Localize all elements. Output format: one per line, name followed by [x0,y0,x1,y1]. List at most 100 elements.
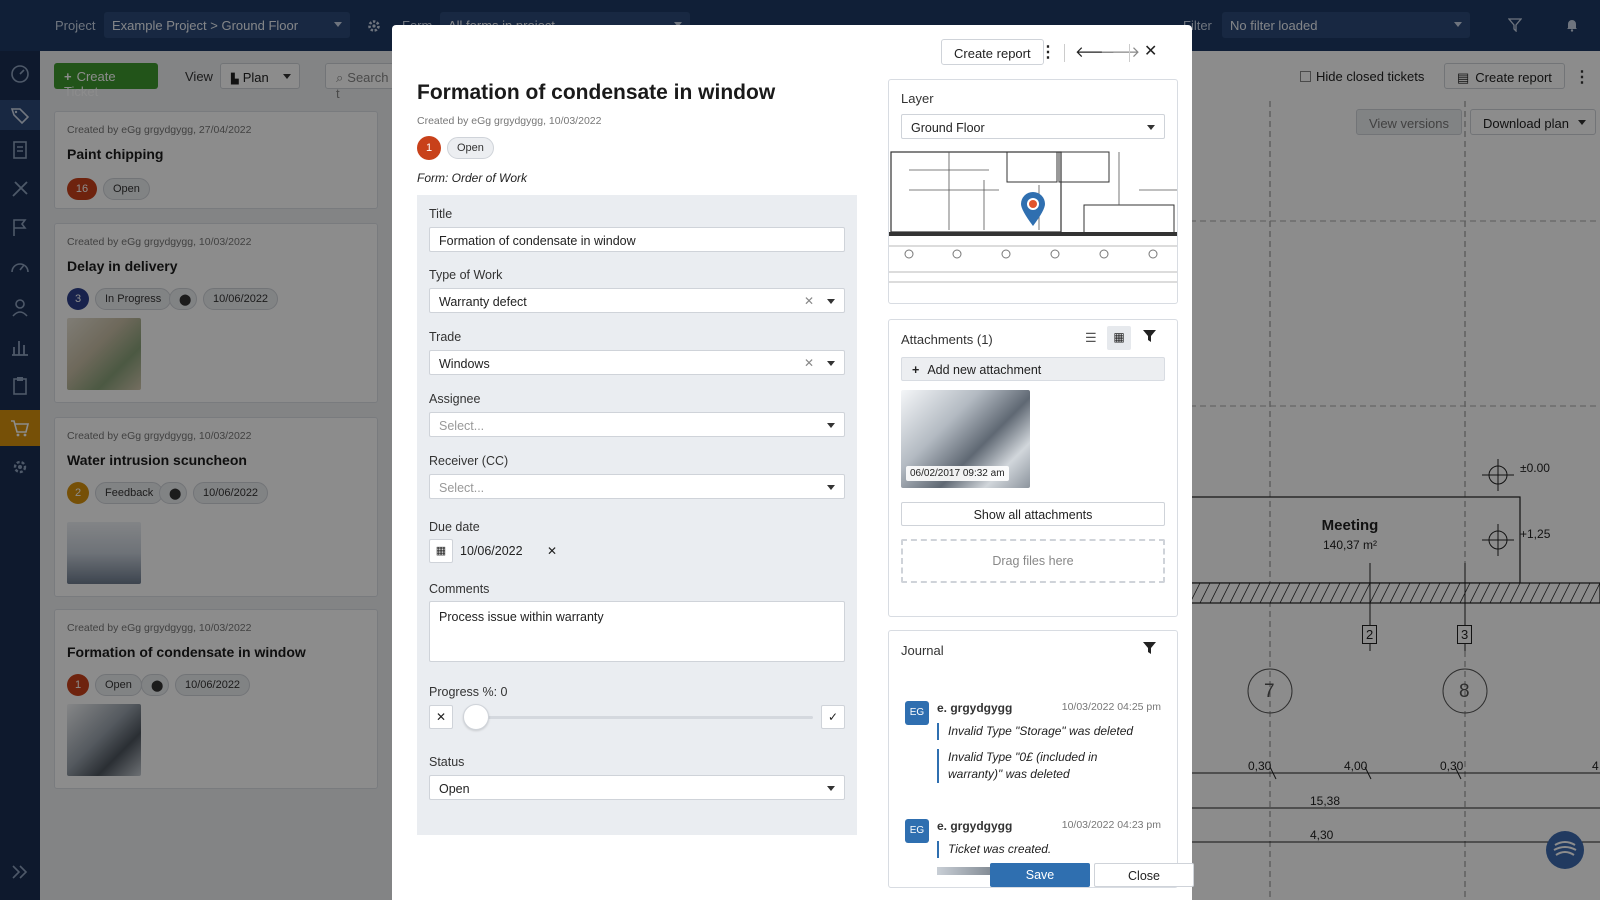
chevron-down-icon [827,485,835,490]
clear-date-icon[interactable]: ✕ [547,544,557,558]
cart-icon[interactable] [0,410,40,446]
ticket-number: 1 [417,136,441,160]
assignee-label: Assignee [429,392,481,406]
dimension: 4,00 [1344,759,1368,773]
create-ticket-button[interactable]: + Create Ticket [54,63,158,99]
clear-icon[interactable]: ✕ [804,294,814,308]
ticket-thumbnail[interactable] [67,704,141,776]
assignee-select[interactable]: Select... [429,412,845,437]
chevron-down-icon [1147,125,1155,130]
filter-icon[interactable] [1143,330,1156,346]
user-icon[interactable] [8,296,32,320]
receiver-placeholder: Select... [439,481,485,495]
avatar: EG [905,819,929,843]
funnel-icon[interactable] [1507,18,1523,35]
due-date-value[interactable]: 10/06/2022 [460,544,523,558]
ticket-detail-modal: Create report ⋮ 🡐 🡒 ✕ Formation of conde… [392,25,1194,900]
create-report-button[interactable]: Create report [941,39,1044,65]
ticket-thumbnail[interactable] [67,318,141,390]
comments-label: Comments [429,582,490,596]
progress-confirm-icon[interactable]: ✓ [821,705,845,729]
close-icon[interactable]: ✕ [1144,41,1157,61]
status-badge: In Progress [95,288,172,310]
room-area: 140,37 m² [1322,538,1378,552]
ticket-card[interactable]: Created by eGg grgydgygg, 10/03/2022 Wat… [54,417,378,597]
ticket-list-pane: + Create Ticket View ▙ Plan ⌕ Search t Crea… [40,51,405,900]
clipboard-icon[interactable] [8,374,32,398]
attachment-thumbnail[interactable]: 06/02/2017 09:32 am [901,390,1030,488]
ticket-card[interactable]: Created by eGg grgydgygg, 10/03/2022 Del… [54,223,378,403]
attachment-timestamp: 06/02/2017 09:32 am [906,466,1009,481]
ticket-number: 1 [67,674,89,696]
save-button[interactable]: Save [990,863,1090,887]
status-select[interactable]: Open [429,775,845,800]
gear-icon[interactable] [366,18,382,37]
project-select[interactable]: Example Project > Ground Floor [104,12,350,38]
chevron-down-icon [827,423,835,428]
flag-icon[interactable] [8,216,32,240]
title-field[interactable]: Formation of condensate in window [429,227,845,252]
trade-value: Windows [439,357,490,371]
clear-icon[interactable]: ✕ [804,356,814,370]
type-of-work-value: Warranty defect [439,295,527,309]
chart-icon[interactable] [8,335,32,359]
progress-reset-icon[interactable]: ✕ [429,705,453,729]
ticket-card[interactable]: Created by eGg grgydgygg, 27/04/2022 Pai… [54,111,378,209]
calendar-icon[interactable]: ▦ [429,539,453,563]
due-date-badge: 10/06/2022 [193,482,269,504]
ticket-number: 3 [67,288,89,310]
progress-slider-handle[interactable] [463,704,489,730]
filter-icon[interactable] [1143,642,1156,658]
floor-plan-view[interactable]: Hide closed tickets ▤ Create report ⋮ Vie… [1180,51,1600,900]
search-icon: ⌕ [336,70,344,85]
progress-slider-track[interactable] [473,716,813,719]
dimension: 15,38 [1310,794,1341,808]
grid-view-icon[interactable]: ▦ [1107,326,1131,350]
help-widget-icon[interactable] [1546,831,1584,869]
due-date-label: Due date [429,520,480,534]
show-all-attachments-button[interactable]: Show all attachments [901,502,1165,526]
room-name: Meeting [1321,517,1379,534]
ticket-thumbnail[interactable] [67,522,141,584]
ticket-meta: Created by eGg grgydgygg, 10/03/2022 [67,430,252,442]
more-options-icon[interactable]: ⋮ [1040,42,1056,62]
filter-select[interactable]: No filter loaded [1222,12,1470,38]
tickets-icon[interactable] [0,100,40,130]
type-of-work-select[interactable]: Warranty defect ✕ [429,288,845,313]
close-button[interactable]: Close [1094,863,1194,887]
project-select-value: Example Project > Ground Floor [112,18,299,33]
status-value: Open [439,782,470,796]
journal-line: Invalid Type "0£ (included in warranty)"… [937,749,1147,783]
trade-select[interactable]: Windows ✕ [429,350,845,375]
tools-icon[interactable] [8,177,32,201]
layer-value: Ground Floor [911,121,985,135]
gauge-icon[interactable] [8,256,32,280]
location-pin-icon[interactable] [1019,192,1047,231]
left-nav [0,0,40,900]
dashboard-icon[interactable] [8,62,32,86]
location-pin-icon: ⬤ [141,674,169,696]
list-view-icon[interactable]: ☰ [1085,330,1097,346]
plus-icon: + [912,363,920,377]
ticket-card[interactable]: Created by eGg grgydgygg, 10/03/2022 For… [54,609,378,789]
drop-zone[interactable]: Drag files here [901,539,1165,583]
arrow-right-icon[interactable]: 🡒 [1100,42,1140,61]
filter-select-value: No filter loaded [1230,18,1318,33]
layer-select[interactable]: Ground Floor [901,114,1165,139]
chevron-down-icon [827,361,835,366]
section-marker-2: 2 [1362,625,1378,644]
settings-icon[interactable] [8,455,32,479]
expand-icon[interactable] [8,860,32,884]
view-select[interactable]: ▙ Plan [220,63,300,89]
created-info: Created by eGg grgydgygg, 10/03/2022 [417,115,602,127]
plus-icon: + [64,69,72,84]
comments-textarea[interactable]: Process issue within warranty [429,601,845,662]
ticket-meta: Created by eGg grgydgygg, 10/03/2022 [67,622,252,634]
journal-author: e. grgydgygg [937,819,1013,833]
receiver-select[interactable]: Select... [429,474,845,499]
divider [1064,44,1065,62]
bell-icon[interactable] [1565,18,1579,35]
view-label: View [185,69,213,84]
add-attachment-button[interactable]: + Add new attachment [901,357,1165,381]
documents-icon[interactable] [8,138,32,162]
